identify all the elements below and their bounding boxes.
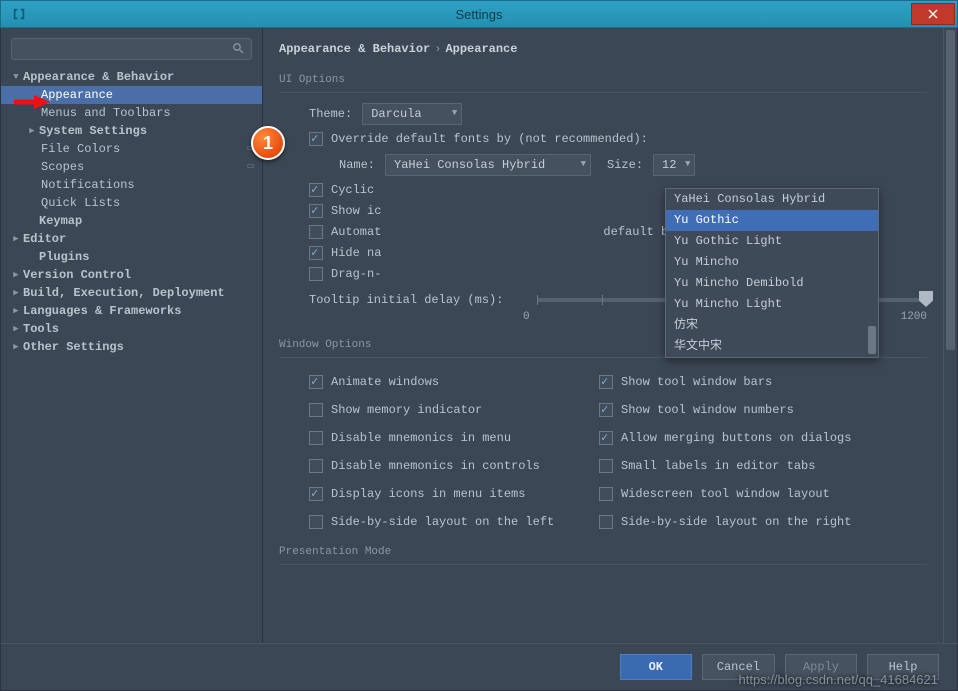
tree-languages-frameworks[interactable]: ▶Languages & Frameworks xyxy=(1,302,262,320)
theme-label: Theme: xyxy=(309,107,352,121)
font-option[interactable]: 仿宋 xyxy=(666,315,878,336)
checkbox[interactable] xyxy=(599,375,613,389)
window-title: Settings xyxy=(1,7,957,22)
group-presentation-mode: Presentation Mode xyxy=(279,546,399,562)
settings-tree: ▼Appearance & Behavior Appearance Menus … xyxy=(1,68,262,643)
window-option: Widescreen tool window layout xyxy=(599,487,879,501)
checkbox[interactable] xyxy=(309,375,323,389)
window-option: Side-by-side layout on the left xyxy=(309,515,589,529)
tree-scopes[interactable]: Scopes▭ xyxy=(1,158,262,176)
group-window-options: Window Options xyxy=(279,339,379,355)
dialog-footer: OK Cancel Apply Help xyxy=(0,643,958,691)
font-option[interactable]: YaHei Consolas Hybrid xyxy=(666,189,878,210)
tree-other-settings[interactable]: ▶Other Settings xyxy=(1,338,262,356)
show-icons-checkbox[interactable] xyxy=(309,204,323,218)
cancel-button[interactable]: Cancel xyxy=(702,654,775,680)
breadcrumb: Appearance & Behavior›Appearance xyxy=(279,42,927,56)
checkbox[interactable] xyxy=(309,459,323,473)
tree-editor[interactable]: ▶Editor xyxy=(1,230,262,248)
scope-icon: ▭ xyxy=(247,158,254,176)
tooltip-delay-label: Tooltip initial delay (ms): xyxy=(309,293,503,307)
slider-thumb[interactable] xyxy=(919,291,933,307)
tree-version-control[interactable]: ▶Version Control xyxy=(1,266,262,284)
group-ui-options: UI Options xyxy=(279,74,353,90)
sidebar: ▼Appearance & Behavior Appearance Menus … xyxy=(1,28,263,643)
scrollbar-thumb[interactable] xyxy=(946,30,955,350)
window-option: Allow merging buttons on dialogs xyxy=(599,431,879,445)
tree-build-exec-deploy[interactable]: ▶Build, Execution, Deployment xyxy=(1,284,262,302)
checkbox[interactable] xyxy=(599,403,613,417)
font-option[interactable]: Yu Mincho Light xyxy=(666,294,878,315)
main-panel: Appearance & Behavior›Appearance UI Opti… xyxy=(263,28,957,643)
theme-combo[interactable]: Darcula ▼ xyxy=(362,103,462,125)
tree-appearance-behavior[interactable]: ▼Appearance & Behavior xyxy=(1,68,262,86)
font-option[interactable]: Yu Gothic Light xyxy=(666,231,878,252)
font-option[interactable]: Yu Mincho Demibold xyxy=(666,273,878,294)
checkbox[interactable] xyxy=(309,515,323,529)
window-option: Display icons in menu items xyxy=(309,487,589,501)
tree-tools[interactable]: ▶Tools xyxy=(1,320,262,338)
checkbox[interactable] xyxy=(599,515,613,529)
tree-system-settings[interactable]: ▶System Settings xyxy=(1,122,262,140)
chevron-down-icon: ▼ xyxy=(452,108,457,118)
cyclic-checkbox[interactable] xyxy=(309,183,323,197)
tree-file-colors[interactable]: File Colors▭ xyxy=(1,140,262,158)
tree-appearance[interactable]: Appearance xyxy=(1,86,262,104)
window-option: Small labels in editor tabs xyxy=(599,459,879,473)
checkbox[interactable] xyxy=(309,403,323,417)
tree-menus-toolbars[interactable]: Menus and Toolbars xyxy=(1,104,262,122)
search-input[interactable] xyxy=(11,38,252,60)
window-option: Disable mnemonics in controls xyxy=(309,459,589,473)
checkbox[interactable] xyxy=(599,459,613,473)
font-name-label: Name: xyxy=(339,158,375,172)
checkbox[interactable] xyxy=(309,431,323,445)
tree-plugins[interactable]: Plugins xyxy=(1,248,262,266)
drag-n-checkbox[interactable] xyxy=(309,267,323,281)
font-option[interactable]: Yu Gothic xyxy=(666,210,878,231)
close-button[interactable] xyxy=(911,3,955,25)
chevron-down-icon: ▼ xyxy=(685,159,690,169)
dropdown-scroll-thumb[interactable] xyxy=(868,326,876,354)
font-size-combo[interactable]: 12 ▼ xyxy=(653,154,695,176)
apply-button[interactable]: Apply xyxy=(785,654,857,680)
automat-checkbox[interactable] xyxy=(309,225,323,239)
font-name-combo[interactable]: YaHei Consolas Hybrid ▼ xyxy=(385,154,591,176)
window-option: Show memory indicator xyxy=(309,403,589,417)
ok-button[interactable]: OK xyxy=(620,654,692,680)
window-option: Show tool window numbers xyxy=(599,403,879,417)
checkbox[interactable] xyxy=(599,431,613,445)
tree-notifications[interactable]: Notifications xyxy=(1,176,262,194)
window-option: Disable mnemonics in menu xyxy=(309,431,589,445)
help-button[interactable]: Help xyxy=(867,654,939,680)
hide-nav-checkbox[interactable] xyxy=(309,246,323,260)
tree-keymap[interactable]: Keymap xyxy=(1,212,262,230)
font-option[interactable]: 华文中宋 xyxy=(666,336,878,357)
window-option: Animate windows xyxy=(309,375,589,389)
window-option: Side-by-side layout on the right xyxy=(599,515,879,529)
titlebar: Settings xyxy=(0,0,958,28)
font-size-label: Size: xyxy=(607,158,643,172)
window-option: Show tool window bars xyxy=(599,375,879,389)
font-dropdown-list[interactable]: YaHei Consolas HybridYu GothicYu Gothic … xyxy=(665,188,879,358)
chevron-down-icon: ▼ xyxy=(581,159,586,169)
font-option[interactable]: Yu Mincho xyxy=(666,252,878,273)
scope-icon: ▭ xyxy=(247,140,254,158)
override-fonts-checkbox[interactable] xyxy=(309,132,323,146)
checkbox[interactable] xyxy=(599,487,613,501)
app-icon xyxy=(7,2,31,26)
override-fonts-label: Override default fonts by (not recommend… xyxy=(331,132,648,146)
checkbox[interactable] xyxy=(309,487,323,501)
vertical-scrollbar[interactable] xyxy=(943,28,957,643)
tree-quick-lists[interactable]: Quick Lists xyxy=(1,194,262,212)
